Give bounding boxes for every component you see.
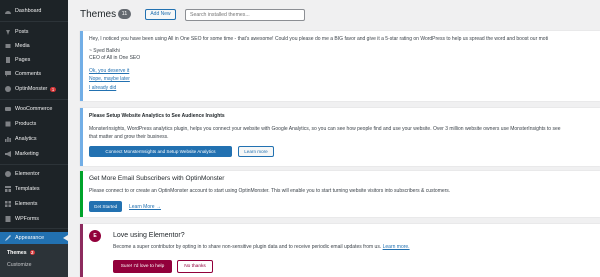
notice-body: Become a super contributor by opting in … [113, 244, 410, 250]
megaphone-icon [5, 151, 11, 157]
templates-icon [5, 186, 11, 192]
sidebar-item-marketing[interactable]: Marketing [0, 148, 68, 160]
search-input[interactable] [185, 9, 305, 21]
dashboard-icon [5, 8, 11, 14]
optinmonster-notice: Get More Email Subscribers with OptinMon… [80, 171, 600, 217]
woocommerce-icon [5, 106, 11, 112]
submenu-item-label: Themes [7, 250, 27, 256]
add-new-button[interactable]: Add New [145, 9, 176, 20]
sidebar-item-wpforms[interactable]: WPForms [0, 213, 68, 225]
sidebar-separator [0, 228, 68, 229]
sidebar-item-label: Appearance [15, 235, 45, 241]
sidebar-item-comments[interactable]: Comments [0, 68, 68, 80]
pin-icon [5, 29, 11, 35]
sidebar-item-templates[interactable]: Templates [0, 183, 68, 195]
sidebar-item-label: Dashboard [15, 8, 42, 14]
wpforms-icon [5, 216, 11, 222]
analytics-notice: Please Setup Website Analytics to See Au… [80, 108, 600, 166]
notice-body-text: Become a super contributor by opting in … [113, 244, 382, 250]
sidebar-item-label: Pages [15, 57, 31, 63]
sidebar-item-label: Templates [15, 186, 40, 192]
submenu-item-themes[interactable]: Themes 2 [7, 250, 35, 256]
submenu-item-customize[interactable]: Customize [7, 262, 32, 268]
rate-link[interactable]: Ok, you deserve it [89, 68, 129, 74]
notice-signature: ~ Syed Balkhi [89, 48, 120, 54]
already-did-link[interactable]: I already did [89, 85, 116, 91]
sidebar-item-label: Marketing [15, 151, 39, 157]
sidebar-separator [0, 164, 68, 165]
page-title: Themes [80, 9, 117, 20]
notice-message: Hey, I noticed you have been using All i… [89, 36, 549, 42]
notice-title: Love using Elementor? [113, 232, 185, 239]
sidebar-item-label: WPForms [15, 216, 39, 222]
sidebar-item-label: Comments [15, 71, 42, 77]
update-badge: 2 [29, 250, 35, 255]
analytics-icon [5, 136, 11, 142]
sidebar-item-woocommerce[interactable]: WooCommerce [0, 103, 68, 115]
notice-title: Please Setup Website Analytics to See Au… [89, 113, 225, 119]
opt-in-button[interactable]: Sure! I'd love to help [113, 260, 172, 273]
elementor-icon [5, 171, 11, 177]
elements-icon [5, 201, 11, 207]
notice-body: MonsterInsights, WordPress analytics plu… [89, 126, 561, 132]
elementor-notice: E Love using Elementor? Become a super c… [80, 224, 600, 277]
page-icon [5, 57, 11, 63]
sidebar-item-label: OptinMonster [15, 86, 48, 92]
maybe-later-link[interactable]: Nope, maybe later [89, 76, 130, 82]
no-thanks-button[interactable]: No thanks [177, 260, 213, 273]
media-icon [5, 43, 11, 49]
connect-analytics-button[interactable]: Connect MonsterInsights and Setup Websit… [89, 146, 232, 157]
notice-signature-title: CEO of All in One SEO [89, 55, 141, 61]
sidebar-item-label: Elements [15, 201, 38, 207]
products-icon [5, 121, 11, 127]
sidebar-item-products[interactable]: Products [0, 118, 68, 130]
sidebar-item-elements[interactable]: Elements [0, 198, 68, 210]
sidebar-separator [0, 99, 68, 100]
appearance-submenu: Themes 2 Customize [0, 244, 68, 277]
review-notice: Hey, I noticed you have been using All i… [80, 31, 600, 101]
sidebar-item-label: Analytics [15, 136, 37, 142]
learn-more-link[interactable]: Learn More → [129, 204, 161, 210]
sidebar-item-label: Products [15, 121, 37, 127]
theme-count-badge: 11 [118, 9, 131, 19]
brush-icon [5, 235, 11, 241]
notification-badge: 1 [50, 86, 56, 92]
sidebar-item-elementor[interactable]: Elementor [0, 168, 68, 180]
comment-icon [5, 71, 11, 77]
sidebar-item-posts[interactable]: Posts [0, 26, 68, 38]
sidebar-item-label: Elementor [15, 171, 40, 177]
optinmonster-icon [5, 86, 11, 92]
sidebar-item-label: Media [15, 43, 30, 49]
admin-sidebar: Dashboard Posts Media Pages Comments Opt… [0, 0, 68, 277]
sidebar-item-dashboard[interactable]: Dashboard [0, 5, 68, 17]
learn-more-link[interactable]: Learn more. [383, 244, 410, 250]
sidebar-item-label: WooCommerce [15, 106, 53, 112]
get-started-button[interactable]: Get Started [89, 201, 122, 212]
sidebar-item-optinmonster[interactable]: OptinMonster 1 [0, 83, 68, 95]
notice-body-continued: that matter and grow their business. [89, 134, 169, 140]
elementor-logo-icon: E [89, 230, 101, 242]
sidebar-item-analytics[interactable]: Analytics [0, 133, 68, 145]
notice-title: Get More Email Subscribers with OptinMon… [89, 175, 225, 182]
sidebar-separator [0, 21, 68, 22]
learn-more-button[interactable]: Learn more [238, 146, 274, 157]
sidebar-item-media[interactable]: Media [0, 40, 68, 52]
sidebar-item-appearance[interactable]: Appearance [0, 232, 68, 244]
sidebar-item-label: Posts [15, 29, 29, 35]
submenu-item-label: Customize [7, 262, 32, 268]
sidebar-item-pages[interactable]: Pages [0, 54, 68, 66]
notice-body: Please connect to or create an OptinMons… [89, 188, 451, 194]
